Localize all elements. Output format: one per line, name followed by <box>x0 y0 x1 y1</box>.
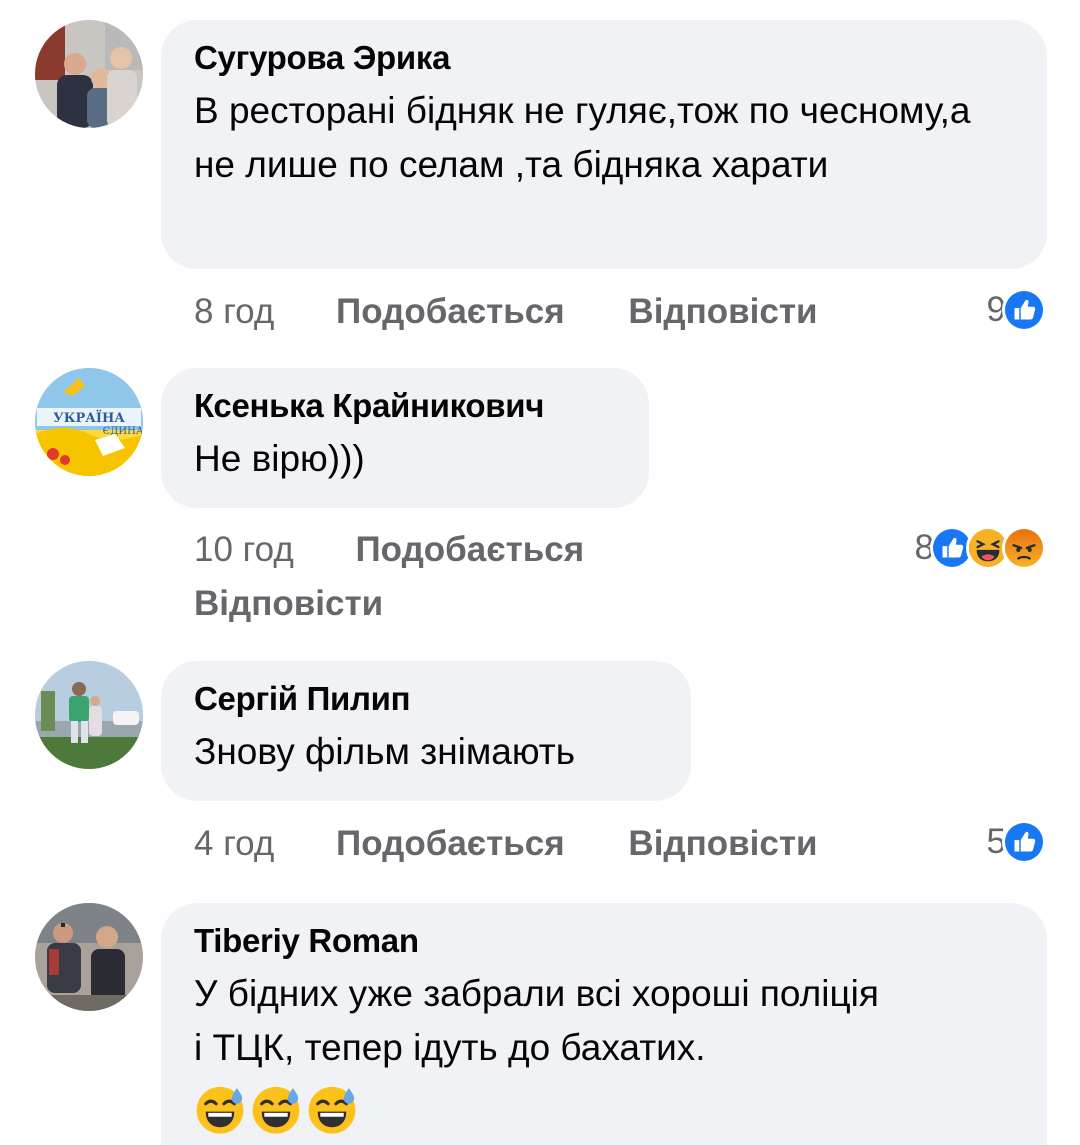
comment-author[interactable]: Сугурова Эрика <box>194 38 1013 78</box>
comment-author[interactable]: Ксенька Крайникович <box>194 386 615 426</box>
comment-actions-wrap: Відповісти <box>194 582 383 626</box>
emoji-row <box>194 1083 1013 1135</box>
comment-text: У бідних уже забрали всі хороші поліція … <box>194 973 879 1068</box>
comment-author[interactable]: Сергій Пилип <box>194 679 657 719</box>
like-button[interactable]: Подобається <box>356 530 585 569</box>
comment-bubble: Tiberiy Roman У бідних уже забрали всі х… <box>161 903 1047 1145</box>
avatar[interactable] <box>35 20 143 128</box>
comment-bubble: Сергій Пилип Знову фільм знімають <box>161 661 691 801</box>
comment-actions: 4 год Подобається Відповісти <box>194 822 818 866</box>
comment-timestamp[interactable]: 4 год <box>194 824 274 863</box>
like-icon <box>1002 288 1046 332</box>
reaction-summary[interactable]: 5 <box>987 820 1046 864</box>
reaction-summary[interactable]: 8 <box>915 526 1046 570</box>
avatar[interactable] <box>35 661 143 769</box>
avatar[interactable] <box>35 903 143 1011</box>
comment-timestamp[interactable]: 8 год <box>194 292 274 331</box>
comment-author[interactable]: Tiberiy Roman <box>194 921 1013 961</box>
comment-text: Знову фільм знімають <box>194 731 576 772</box>
comment-actions: 10 год Подобається <box>194 528 584 572</box>
reply-button[interactable]: Відповісти <box>628 824 817 863</box>
avatar-logo-text: УКРАЇНА <box>53 410 125 426</box>
comment-actions: 8 год Подобається Відповісти <box>194 290 818 334</box>
avatar[interactable]: УКРАЇНА ЄДИНА <box>35 368 143 476</box>
sweat-smile-emoji <box>194 1083 246 1135</box>
comment-text: Не вірю))) <box>194 438 365 479</box>
comment-bubble: Ксенька Крайникович Не вірю))) <box>161 368 649 508</box>
avatar-logo-text: ЄДИНА <box>103 426 143 437</box>
comment-timestamp[interactable]: 10 год <box>194 530 294 569</box>
sweat-smile-emoji <box>250 1083 302 1135</box>
like-button[interactable]: Подобається <box>336 824 565 863</box>
reply-button[interactable]: Відповісти <box>194 584 383 623</box>
comment-text: В ресторані бідняк не гуляє,тож по чесно… <box>194 90 971 185</box>
like-button[interactable]: Подобається <box>336 292 565 331</box>
comment-bubble: Сугурова Эрика В ресторані бідняк не гул… <box>161 20 1047 269</box>
like-icon <box>1002 820 1046 864</box>
angry-icon <box>1002 526 1046 570</box>
sweat-smile-emoji <box>306 1083 358 1135</box>
reaction-summary[interactable]: 9 <box>987 288 1046 332</box>
reply-button[interactable]: Відповісти <box>628 292 817 331</box>
